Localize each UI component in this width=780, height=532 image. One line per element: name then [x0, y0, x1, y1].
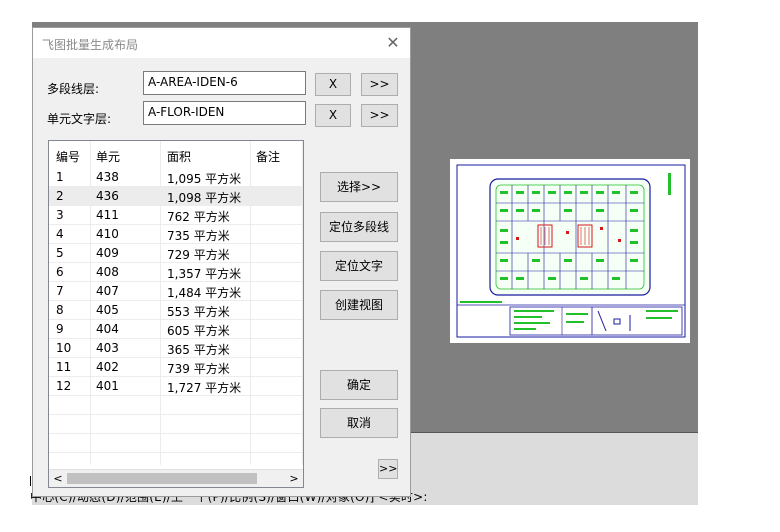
cell-area: 1,098 平方米 — [167, 191, 242, 205]
table-row[interactable]: 1 438 1,095 平方米 — [49, 168, 303, 187]
cell-number: 5 — [56, 246, 64, 260]
dialog-titlebar[interactable]: 飞图批量生成布局 ✕ — [33, 28, 410, 58]
cell-area: 553 平方米 — [167, 305, 230, 319]
cell-number: 8 — [56, 303, 64, 317]
empty-table-row — [49, 396, 303, 415]
ok-button[interactable]: 确定 — [320, 370, 398, 400]
column-header-unit[interactable]: 单元 — [96, 148, 120, 165]
table-row[interactable]: 9 404 605 平方米 — [49, 320, 303, 339]
cell-unit: 401 — [96, 379, 119, 393]
table-row[interactable]: 2 436 1,098 平方米 — [49, 187, 303, 206]
cell-unit: 402 — [96, 360, 119, 374]
scroll-left-icon[interactable]: < — [51, 471, 65, 486]
locate-polyline-button[interactable]: 定位多段线 — [320, 212, 398, 242]
clear-text-layer-button[interactable]: X — [315, 104, 351, 127]
cell-area: 605 平方米 — [167, 324, 230, 338]
table-row[interactable]: 6 408 1,357 平方米 — [49, 263, 303, 282]
table-row[interactable]: 12 401 1,727 平方米 — [49, 377, 303, 396]
table-row[interactable]: 7 407 1,484 平方米 — [49, 282, 303, 301]
cell-unit: 436 — [96, 189, 119, 203]
cell-number: 7 — [56, 284, 64, 298]
cell-number: 10 — [56, 341, 72, 355]
locate-text-button[interactable]: 定位文字 — [320, 251, 398, 281]
polyline-layer-input[interactable]: A-AREA-IDEN-6 — [143, 71, 306, 95]
polyline-layer-label: 多段线层: — [47, 82, 100, 96]
pick-polyline-layer-button[interactable]: >> — [361, 73, 398, 96]
cell-area: 365 平方米 — [167, 343, 230, 357]
table-row[interactable]: 4 410 735 平方米 — [49, 225, 303, 244]
cell-area: 1,357 平方米 — [167, 267, 242, 281]
cell-unit: 407 — [96, 284, 119, 298]
cell-number: 12 — [56, 379, 72, 393]
cell-area: 739 平方米 — [167, 362, 230, 376]
cell-number: 4 — [56, 227, 64, 241]
cell-area: 729 平方米 — [167, 248, 230, 262]
column-header-area[interactable]: 面积 — [167, 148, 191, 165]
cell-area: 762 平方米 — [167, 210, 230, 224]
cell-unit: 438 — [96, 170, 119, 184]
scrollbar-thumb[interactable] — [67, 473, 257, 484]
text-layer-input[interactable]: A-FLOR-IDEN — [143, 101, 306, 125]
cell-unit: 408 — [96, 265, 119, 279]
cell-unit: 411 — [96, 208, 119, 222]
batch-layout-dialog: 飞图批量生成布局 ✕ 多段线层: A-AREA-IDEN-6 X >> 单元文字… — [32, 27, 411, 497]
layout-preview — [450, 159, 690, 343]
empty-table-row — [49, 415, 303, 434]
cell-unit: 404 — [96, 322, 119, 336]
cell-area: 1,095 平方米 — [167, 172, 242, 186]
pick-text-layer-button[interactable]: >> — [361, 104, 398, 127]
horizontal-scrollbar[interactable]: < > — [49, 469, 303, 487]
cell-area: 735 平方米 — [167, 229, 230, 243]
column-header-number[interactable]: 编号 — [56, 148, 80, 165]
cell-number: 11 — [56, 360, 72, 374]
table-row[interactable]: 3 411 762 平方米 — [49, 206, 303, 225]
table-row[interactable]: 11 402 739 平方米 — [49, 358, 303, 377]
cell-number: 2 — [56, 189, 64, 203]
floor-plan-thumbnail — [456, 164, 686, 338]
table-row[interactable]: 5 409 729 平方米 — [49, 244, 303, 263]
cell-unit: 403 — [96, 341, 119, 355]
unit-list[interactable]: 编号 单元 面积 备注 1 438 1,095 平方米 2 436 1,098 平方米 3 4… — [48, 140, 304, 488]
cell-number: 9 — [56, 322, 64, 336]
select-button[interactable]: 选择>> — [320, 172, 398, 202]
column-header-remark[interactable]: 备注 — [256, 148, 280, 165]
text-layer-label: 单元文字层: — [47, 112, 112, 126]
scroll-right-icon[interactable]: > — [287, 471, 301, 486]
expand-button[interactable]: >> — [378, 459, 398, 479]
cancel-button[interactable]: 取消 — [320, 408, 398, 438]
cell-unit: 405 — [96, 303, 119, 317]
close-icon[interactable]: ✕ — [382, 32, 404, 54]
clear-polyline-layer-button[interactable]: X — [315, 73, 351, 96]
dialog-title: 飞图批量生成布局 — [42, 38, 139, 52]
table-row[interactable]: 10 403 365 平方米 — [49, 339, 303, 358]
cell-unit: 410 — [96, 227, 119, 241]
cell-area: 1,484 平方米 — [167, 286, 242, 300]
cell-unit: 409 — [96, 246, 119, 260]
empty-table-row — [49, 434, 303, 453]
cell-number: 3 — [56, 208, 64, 222]
cell-number: 1 — [56, 170, 64, 184]
cell-number: 6 — [56, 265, 64, 279]
table-row[interactable]: 8 405 553 平方米 — [49, 301, 303, 320]
cell-area: 1,727 平方米 — [167, 381, 242, 395]
create-view-button[interactable]: 创建视图 — [320, 290, 398, 320]
